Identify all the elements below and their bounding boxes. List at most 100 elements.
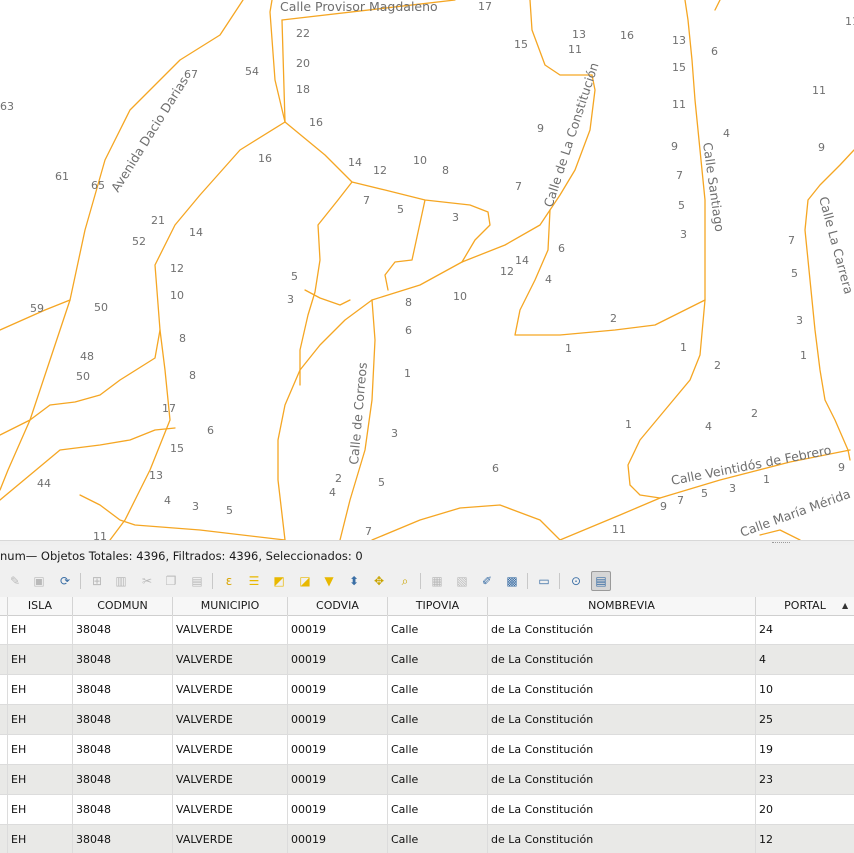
dock-icon[interactable]: ▭ bbox=[535, 572, 553, 590]
table-cell-codvia[interactable]: 00019 bbox=[288, 765, 388, 795]
table-cell-isla[interactable]: EH bbox=[8, 615, 73, 645]
table-row[interactable]: EH 38048 VALVERDE 00019 Calle de La Constituc… bbox=[0, 795, 854, 825]
table-cell-tipovia[interactable]: Calle bbox=[388, 795, 488, 825]
table-cell-codmun[interactable]: 38048 bbox=[73, 825, 173, 853]
table-row[interactable]: EH 38048 VALVERDE 00019 Calle de La Constituc… bbox=[0, 825, 854, 853]
copy-icon[interactable]: ❐ bbox=[162, 572, 180, 590]
table-cell-tipovia[interactable]: Calle bbox=[388, 735, 488, 765]
conditional-formatting-icon[interactable]: ▩ bbox=[503, 572, 521, 590]
table-cell-codvia[interactable]: 00019 bbox=[288, 645, 388, 675]
table-cell-isla[interactable]: EH bbox=[8, 705, 73, 735]
table-cell-nombrevia[interactable]: de La Constitución bbox=[488, 645, 756, 675]
table-cell-portal[interactable]: 10 bbox=[756, 675, 854, 705]
table-cell-municipio[interactable]: VALVERDE bbox=[173, 735, 288, 765]
table-cell-municipio[interactable]: VALVERDE bbox=[173, 765, 288, 795]
column-header-isla[interactable]: ISLA bbox=[8, 597, 73, 615]
table-cell-nombrevia[interactable]: de La Constitución bbox=[488, 795, 756, 825]
table-cell-tipovia[interactable]: Calle bbox=[388, 675, 488, 705]
table-cell-tipovia[interactable]: Calle bbox=[388, 825, 488, 853]
table-cell-municipio[interactable]: VALVERDE bbox=[173, 615, 288, 645]
save-edits-icon[interactable]: ▣ bbox=[30, 572, 48, 590]
field-calculator-icon[interactable]: ✐ bbox=[478, 572, 496, 590]
table-cell-portal[interactable]: 4 bbox=[756, 645, 854, 675]
row-number-cell[interactable] bbox=[0, 705, 8, 735]
zoom-map-icon[interactable]: ⊙ bbox=[567, 572, 585, 590]
table-cell-codvia[interactable]: 00019 bbox=[288, 735, 388, 765]
expression-select-icon[interactable]: ε bbox=[220, 572, 238, 590]
table-cell-nombrevia[interactable]: de La Constitución bbox=[488, 765, 756, 795]
table-cell-municipio[interactable]: VALVERDE bbox=[173, 705, 288, 735]
table-cell-portal[interactable]: 25 bbox=[756, 705, 854, 735]
zoom-to-selection-icon[interactable]: ⌕ bbox=[396, 572, 414, 590]
column-header-nombrevia[interactable]: NOMBREVIA bbox=[488, 597, 756, 615]
table-cell-portal[interactable]: 23 bbox=[756, 765, 854, 795]
table-cell-isla[interactable]: EH bbox=[8, 825, 73, 853]
row-number-cell[interactable] bbox=[0, 765, 8, 795]
table-row[interactable]: EH 38048 VALVERDE 00019 Calle de La Constituc… bbox=[0, 615, 854, 645]
table-cell-codmun[interactable]: 38048 bbox=[73, 645, 173, 675]
add-feature-icon[interactable]: ⊞ bbox=[88, 572, 106, 590]
map-canvas[interactable]: Calle Provisor Magdaleno Avenida Dacio D… bbox=[0, 0, 854, 540]
table-cell-portal[interactable]: 19 bbox=[756, 735, 854, 765]
row-number-header[interactable] bbox=[0, 597, 8, 615]
invert-selection-icon[interactable]: ◩ bbox=[270, 572, 288, 590]
table-cell-nombrevia[interactable]: de La Constitución bbox=[488, 705, 756, 735]
table-cell-codvia[interactable]: 00019 bbox=[288, 795, 388, 825]
select-all-icon[interactable]: ☰ bbox=[245, 572, 263, 590]
table-cell-isla[interactable]: EH bbox=[8, 675, 73, 705]
table-cell-nombrevia[interactable]: de La Constitución bbox=[488, 615, 756, 645]
column-header-municipio[interactable]: MUNICIPIO bbox=[173, 597, 288, 615]
table-cell-codmun[interactable]: 38048 bbox=[73, 795, 173, 825]
table-cell-codvia[interactable]: 00019 bbox=[288, 615, 388, 645]
move-selection-top-icon[interactable]: ⬍ bbox=[345, 572, 363, 590]
table-cell-tipovia[interactable]: Calle bbox=[388, 645, 488, 675]
table-cell-portal[interactable]: 12 bbox=[756, 825, 854, 853]
table-cell-municipio[interactable]: VALVERDE bbox=[173, 825, 288, 853]
table-cell-isla[interactable]: EH bbox=[8, 795, 73, 825]
table-row[interactable]: EH 38048 VALVERDE 00019 Calle de La Constituc… bbox=[0, 675, 854, 705]
column-header-tipovia[interactable]: TIPOVIA bbox=[388, 597, 488, 615]
table-cell-isla[interactable]: EH bbox=[8, 735, 73, 765]
table-cell-municipio[interactable]: VALVERDE bbox=[173, 645, 288, 675]
row-number-cell[interactable] bbox=[0, 825, 8, 853]
paste-icon[interactable]: ▤ bbox=[188, 572, 206, 590]
delete-field-icon[interactable]: ▧ bbox=[453, 572, 471, 590]
table-cell-tipovia[interactable]: Calle bbox=[388, 765, 488, 795]
table-cell-municipio[interactable]: VALVERDE bbox=[173, 675, 288, 705]
filter-icon[interactable]: ▼ bbox=[320, 572, 338, 590]
table-cell-isla[interactable]: EH bbox=[8, 645, 73, 675]
table-cell-codmun[interactable]: 38048 bbox=[73, 675, 173, 705]
table-cell-codvia[interactable]: 00019 bbox=[288, 675, 388, 705]
table-cell-codvia[interactable]: 00019 bbox=[288, 705, 388, 735]
column-header-codmun[interactable]: CODMUN bbox=[73, 597, 173, 615]
table-cell-portal[interactable]: 20 bbox=[756, 795, 854, 825]
table-cell-codmun[interactable]: 38048 bbox=[73, 765, 173, 795]
table-cell-nombrevia[interactable]: de La Constitución bbox=[488, 825, 756, 853]
pan-to-selection-icon[interactable]: ✥ bbox=[370, 572, 388, 590]
column-header-portal[interactable]: PORTAL bbox=[756, 597, 854, 615]
table-row[interactable]: EH 38048 VALVERDE 00019 Calle de La Constituc… bbox=[0, 705, 854, 735]
form-view-icon[interactable]: ▤ bbox=[591, 571, 611, 591]
table-cell-codvia[interactable]: 00019 bbox=[288, 825, 388, 853]
table-cell-codmun[interactable]: 38048 bbox=[73, 705, 173, 735]
table-cell-nombrevia[interactable]: de La Constitución bbox=[488, 675, 756, 705]
column-header-codvia[interactable]: CODVIA bbox=[288, 597, 388, 615]
table-cell-tipovia[interactable]: Calle bbox=[388, 615, 488, 645]
delete-feature-icon[interactable]: ▥ bbox=[112, 572, 130, 590]
cut-icon[interactable]: ✂ bbox=[138, 572, 156, 590]
table-row[interactable]: EH 38048 VALVERDE 00019 Calle de La Constituc… bbox=[0, 645, 854, 675]
edit-pencil-icon[interactable]: ✎ bbox=[6, 572, 24, 590]
reload-icon[interactable]: ⟳ bbox=[56, 572, 74, 590]
row-number-cell[interactable] bbox=[0, 795, 8, 825]
table-cell-codmun[interactable]: 38048 bbox=[73, 615, 173, 645]
table-cell-codmun[interactable]: 38048 bbox=[73, 735, 173, 765]
table-row[interactable]: EH 38048 VALVERDE 00019 Calle de La Constituc… bbox=[0, 735, 854, 765]
deselect-icon[interactable]: ◪ bbox=[296, 572, 314, 590]
table-cell-tipovia[interactable]: Calle bbox=[388, 705, 488, 735]
row-number-cell[interactable] bbox=[0, 615, 8, 645]
row-number-cell[interactable] bbox=[0, 645, 8, 675]
new-field-icon[interactable]: ▦ bbox=[428, 572, 446, 590]
table-cell-nombrevia[interactable]: de La Constitución bbox=[488, 735, 756, 765]
table-cell-isla[interactable]: EH bbox=[8, 765, 73, 795]
row-number-cell[interactable] bbox=[0, 735, 8, 765]
